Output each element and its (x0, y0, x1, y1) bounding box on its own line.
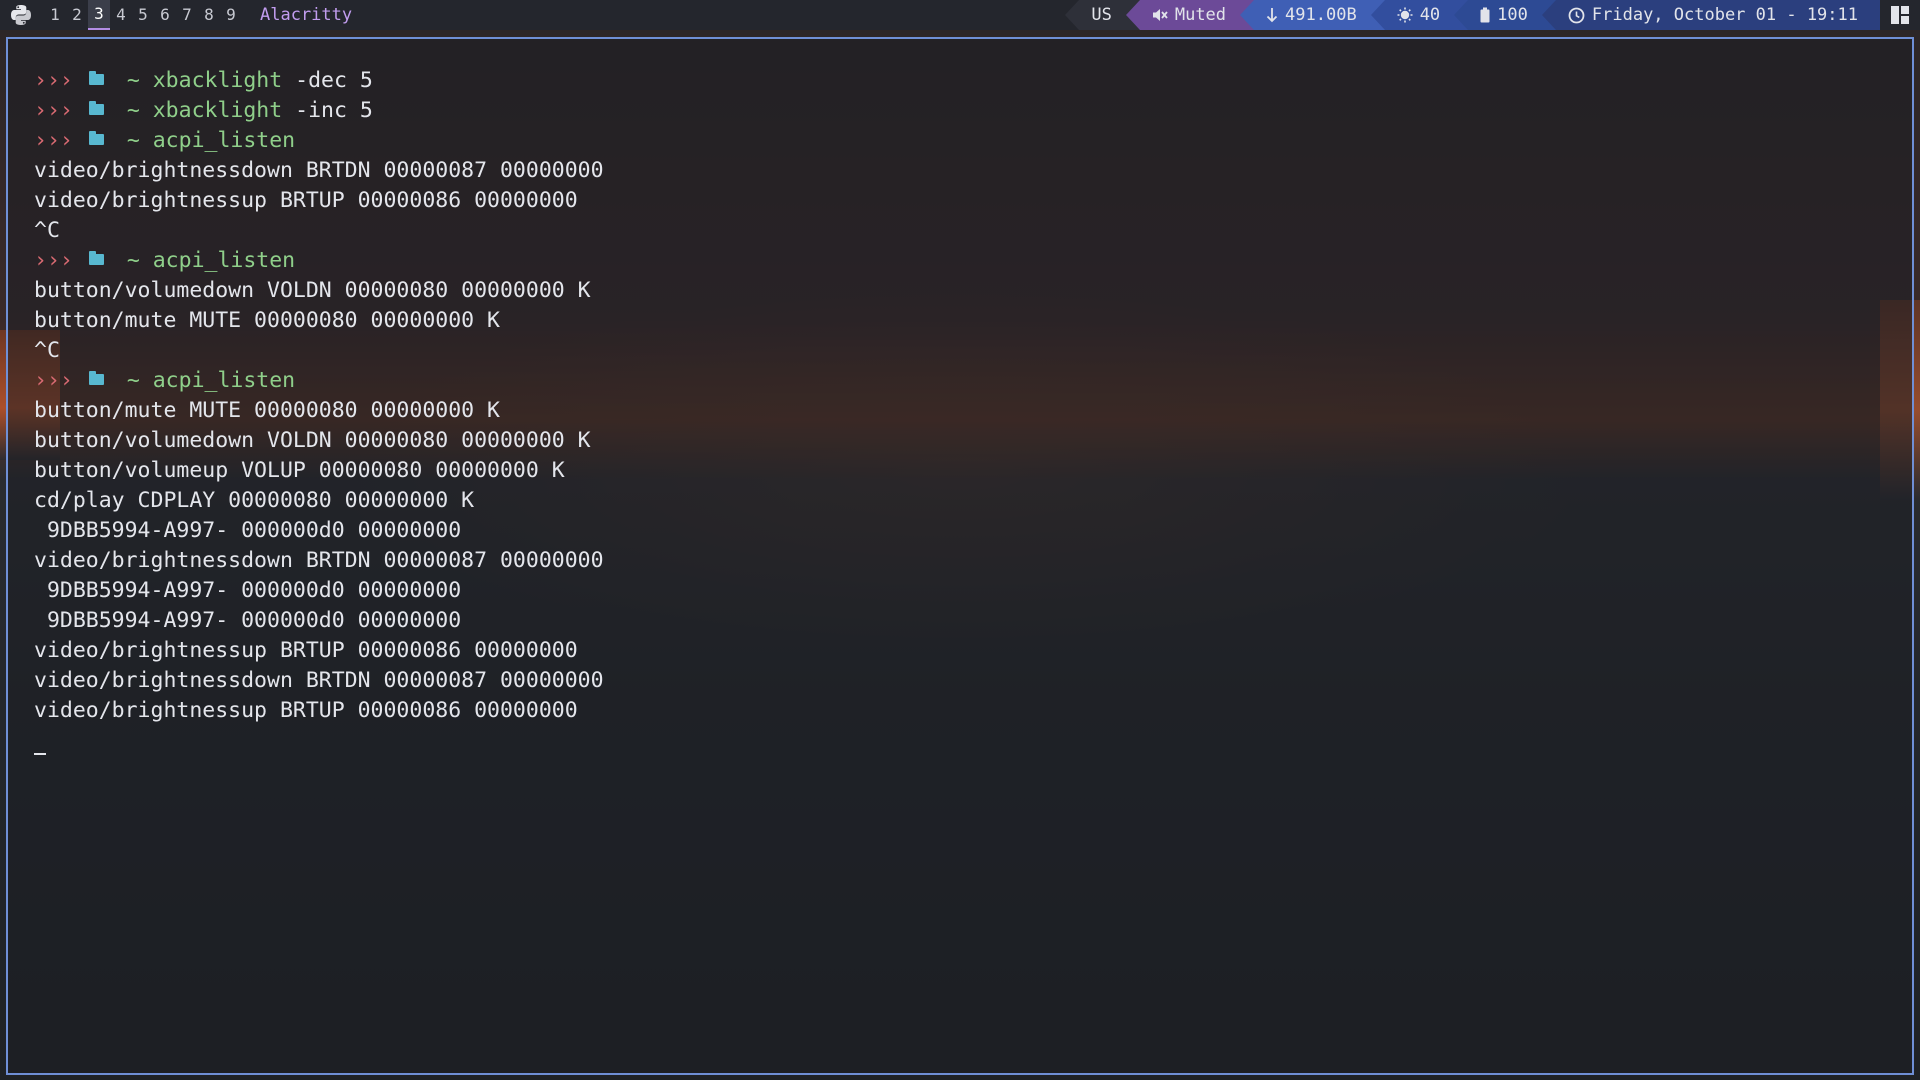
command-args: -inc 5 (282, 98, 373, 123)
prompt-directory: ~ (126, 98, 153, 123)
output-line: ^C (34, 218, 60, 243)
workspace-3-active[interactable]: 3 (88, 0, 110, 30)
workspace-2[interactable]: 2 (66, 1, 88, 29)
network-rate: 491.00B (1285, 5, 1357, 25)
cursor-line (34, 730, 604, 760)
download-arrow-icon (1266, 7, 1278, 23)
workspace-9[interactable]: 9 (220, 1, 242, 29)
output-line: video/brightnessup BRTUP 00000086 000000… (34, 638, 578, 663)
command-name: acpi_listen (152, 368, 296, 393)
top-status-bar: 1 2 3 4 5 6 7 8 9 Alacritty US Muted 491… (0, 0, 1920, 30)
terminal-output[interactable]: ››› ~ xbacklight -dec 5 ››› ~ xbacklight -i… (34, 66, 604, 760)
output-line: 9DBB5994-A997- 000000d0 00000000 (34, 578, 462, 603)
separator (1065, 0, 1080, 30)
output-line: cd/play CDPLAY 00000080 00000000 K (34, 488, 475, 513)
command-name: acpi_listen (152, 248, 296, 273)
separator (1370, 0, 1385, 30)
prompt-directory: ~ (126, 368, 153, 393)
workspace-7[interactable]: 7 (176, 1, 198, 29)
battery-widget[interactable]: 100 (1468, 0, 1542, 30)
output-line: 9DBB5994-A997- 000000d0 00000000 (34, 518, 462, 543)
brightness-level: 40 (1419, 5, 1441, 25)
workspace-1[interactable]: 1 (44, 1, 66, 29)
command-name: acpi_listen (152, 128, 296, 153)
separator (1541, 0, 1556, 30)
text-cursor (34, 753, 46, 755)
prompt-line: ››› ~ xbacklight -inc 5 (34, 96, 604, 126)
output-line: video/brightnessdown BRTDN 00000087 0000… (34, 158, 604, 183)
prompt-directory: ~ (126, 128, 153, 153)
prompt-arrows: ››› (34, 128, 73, 153)
network-widget[interactable]: 491.00B (1254, 0, 1371, 30)
output-line: button/mute MUTE 00000080 00000000 K (34, 308, 500, 333)
python-logo-icon[interactable] (6, 0, 36, 30)
status-widgets: US Muted 491.00B 40 100 Friday, October … (1065, 0, 1920, 30)
folder-icon (88, 131, 105, 146)
output-line: ^C (34, 338, 60, 363)
prompt-arrows: ››› (34, 368, 73, 393)
prompt-line: ››› ~ acpi_listen (34, 366, 604, 396)
tiling-layout-icon (1890, 5, 1910, 25)
workspace-list: 1 2 3 4 5 6 7 8 9 (44, 0, 242, 30)
clock-datetime: Friday, October 01 - 19:11 (1591, 5, 1858, 25)
output-line: button/volumedown VOLDN 00000080 0000000… (34, 278, 591, 303)
output-line: button/mute MUTE 00000080 00000000 K (34, 398, 500, 423)
prompt-arrows: ››› (34, 98, 73, 123)
prompt-line: ››› ~ acpi_listen (34, 246, 604, 276)
prompt-arrows: ››› (34, 68, 73, 93)
keyboard-layout-label: US (1091, 5, 1112, 25)
workspace-6[interactable]: 6 (154, 1, 176, 29)
active-window-title: Alacritty (260, 5, 353, 25)
separator (1454, 0, 1469, 30)
terminal-window[interactable]: ››› ~ xbacklight -dec 5 ››› ~ xbacklight -i… (6, 37, 1914, 1075)
folder-icon (88, 101, 105, 116)
keyboard-layout-widget[interactable]: US (1079, 0, 1126, 30)
folder-icon (88, 371, 105, 386)
separator (1125, 0, 1140, 30)
volume-widget[interactable]: Muted (1139, 0, 1241, 30)
output-line: video/brightnessdown BRTDN 00000087 0000… (34, 668, 604, 693)
output-line: video/brightnessup BRTUP 00000086 000000… (34, 188, 578, 213)
workspace-8[interactable]: 8 (198, 1, 220, 29)
folder-icon (88, 251, 105, 266)
layout-widget[interactable] (1880, 0, 1920, 30)
speaker-muted-icon (1152, 7, 1168, 23)
volume-status: Muted (1174, 5, 1227, 25)
command-name: xbacklight (152, 98, 283, 123)
output-line: 9DBB5994-A997- 000000d0 00000000 (34, 608, 462, 633)
clock-widget[interactable]: Friday, October 01 - 19:11 (1555, 0, 1880, 30)
prompt-line: ››› ~ acpi_listen (34, 126, 604, 156)
battery-level: 100 (1497, 5, 1528, 25)
clock-icon (1568, 7, 1585, 24)
workspace-5[interactable]: 5 (132, 1, 154, 29)
command-args: -dec 5 (282, 68, 373, 93)
command-name: xbacklight (152, 68, 283, 93)
folder-icon (88, 71, 105, 86)
brightness-widget[interactable]: 40 (1384, 0, 1455, 30)
output-line: video/brightnessdown BRTDN 00000087 0000… (34, 548, 604, 573)
battery-icon (1480, 7, 1490, 23)
separator (1240, 0, 1255, 30)
output-line: button/volumedown VOLDN 00000080 0000000… (34, 428, 591, 453)
brightness-icon (1397, 7, 1413, 23)
prompt-directory: ~ (126, 248, 153, 273)
output-line: video/brightnessup BRTUP 00000086 000000… (34, 698, 578, 723)
prompt-arrows: ››› (34, 248, 73, 273)
output-line: button/volumeup VOLUP 00000080 00000000 … (34, 458, 565, 483)
workspace-4[interactable]: 4 (110, 1, 132, 29)
prompt-directory: ~ (126, 68, 153, 93)
prompt-line: ››› ~ xbacklight -dec 5 (34, 66, 604, 96)
